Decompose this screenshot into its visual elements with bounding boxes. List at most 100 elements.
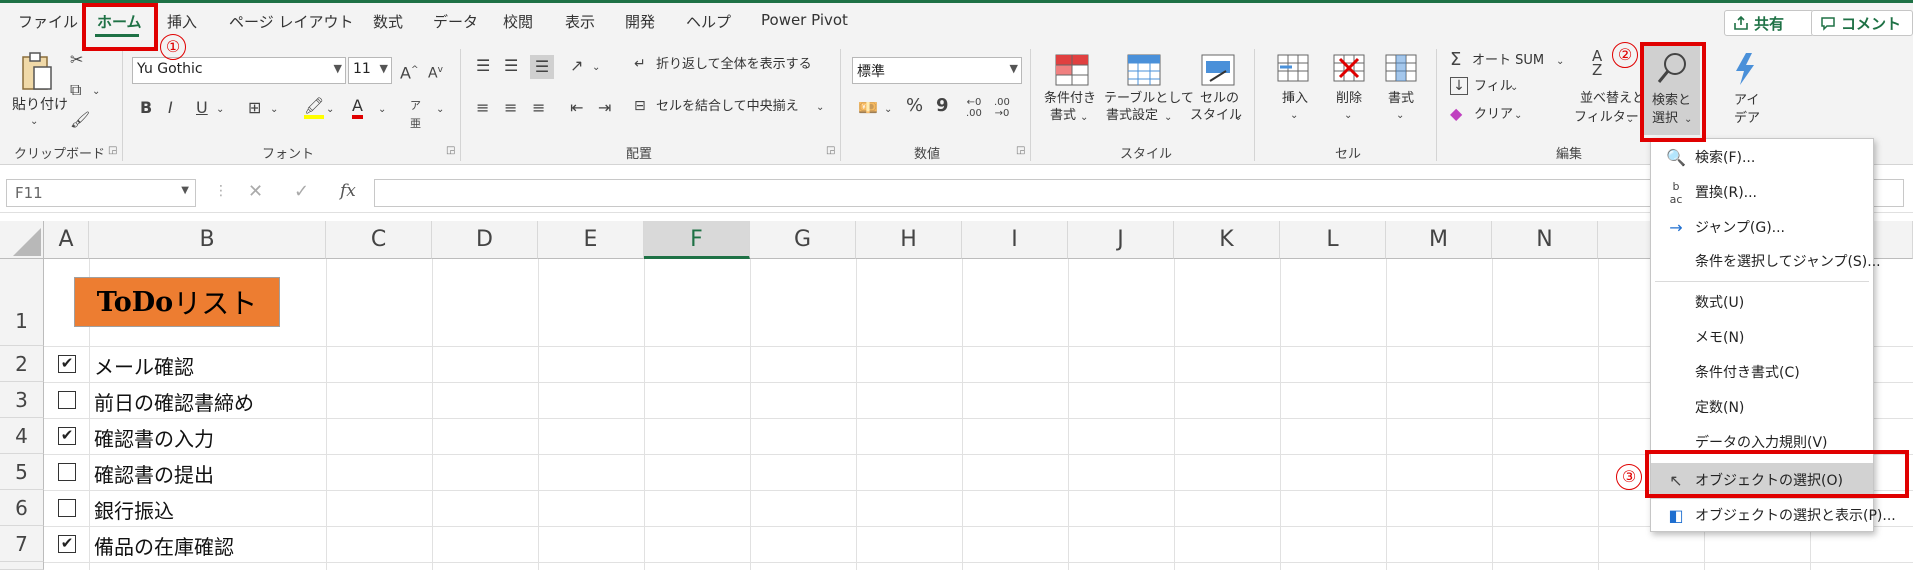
row-header-5[interactable]: 5 [0, 454, 44, 490]
menu-item-goto-special[interactable]: 条件を選択してジャンプ(S)... [1651, 245, 1881, 279]
fill-button[interactable]: フィル [1474, 79, 1513, 95]
phonetic-dropdown-icon[interactable]: ⌄ [436, 101, 444, 119]
tab-help[interactable]: ヘルプ [686, 11, 731, 32]
todo-title-shape[interactable]: ToDo リスト [74, 277, 280, 327]
borders-dropdown-icon[interactable]: ⌄ [270, 101, 278, 119]
chevron-down-icon[interactable]: ⌄ [1626, 111, 1634, 129]
format-as-table-label-1[interactable]: テーブルとして [1104, 91, 1194, 107]
fill-color-icon[interactable]: 🖍 [304, 97, 325, 119]
conditional-formatting-label-1[interactable]: 条件付き [1044, 91, 1096, 107]
tab-file[interactable]: ファイル [18, 11, 78, 32]
ideas-icon[interactable] [1732, 51, 1756, 87]
menu-item-goto[interactable]: → ジャンプ(G)... [1651, 211, 1873, 245]
fill-down-icon[interactable]: ↓ [1450, 77, 1468, 95]
column-header-j[interactable]: J [1068, 221, 1174, 259]
tab-view[interactable]: 表示 [565, 11, 595, 32]
ideas-label-2[interactable]: デア [1734, 111, 1760, 127]
chevron-down-icon[interactable]: ⌄ [1556, 53, 1564, 71]
paste-dropdown-icon[interactable]: ⌄ [30, 113, 38, 131]
format-as-table-label-2[interactable]: 書式設定 [1106, 108, 1158, 124]
wrap-text-button[interactable]: 折り返して全体を表示する [656, 57, 812, 73]
task-checkbox[interactable]: ✔ [58, 535, 76, 553]
delete-cells-label[interactable]: 削除 [1336, 91, 1362, 107]
row-header-2[interactable]: 2 [0, 346, 44, 382]
align-center-icon[interactable]: ≡ [504, 99, 517, 117]
percent-style-icon[interactable]: % [906, 97, 923, 115]
format-as-table-icon[interactable] [1126, 53, 1162, 87]
orientation-dropdown-icon[interactable]: ⌄ [592, 59, 600, 77]
row-header-4[interactable]: 4 [0, 418, 44, 454]
tab-insert[interactable]: 挿入 [167, 11, 197, 32]
phonetic-guide-icon[interactable]: ア亜 [410, 97, 421, 133]
worksheet-grid[interactable]: A B C D E F G H I J K L M N 1 2 3 4 5 6 … [0, 221, 1913, 570]
merge-dropdown-icon[interactable]: ⌄ [816, 99, 824, 117]
column-header-m[interactable]: M [1386, 221, 1492, 259]
share-button[interactable]: 共有 [1724, 10, 1814, 36]
enter-checkmark-icon[interactable]: ✓ [294, 181, 309, 202]
column-header-e[interactable]: E [538, 221, 644, 259]
delete-cells-icon[interactable] [1332, 53, 1366, 83]
chevron-down-icon[interactable]: ⌄ [1234, 109, 1242, 127]
underline-icon[interactable]: U [196, 99, 208, 117]
tab-power-pivot[interactable]: Power Pivot [761, 11, 848, 29]
orientation-icon[interactable]: ↗ [570, 57, 583, 75]
number-launcher-icon[interactable]: ◲ [1016, 145, 1025, 156]
column-header-f[interactable]: F [644, 221, 750, 259]
column-header-c[interactable]: C [326, 221, 432, 259]
column-header-g[interactable]: G [750, 221, 856, 259]
autosum-icon[interactable]: Σ [1450, 51, 1461, 69]
align-right-icon[interactable]: ≡ [532, 99, 545, 117]
row-header-6[interactable]: 6 [0, 490, 44, 526]
column-header-a[interactable]: A [44, 221, 89, 259]
tab-home[interactable]: ホーム [97, 11, 142, 32]
select-all-corner[interactable] [0, 221, 44, 259]
task-checkbox[interactable] [58, 463, 76, 481]
wrap-text-icon[interactable]: ↵ [634, 55, 646, 73]
clear-eraser-icon[interactable]: ◆ [1450, 105, 1462, 123]
task-checkbox[interactable]: ✔ [58, 427, 76, 445]
decrease-indent-icon[interactable]: ⇤ [570, 99, 583, 117]
format-cells-label[interactable]: 書式 [1388, 91, 1414, 107]
insert-cells-label[interactable]: 挿入 [1282, 91, 1308, 107]
menu-item-replace[interactable]: b ac 置換(R)... [1651, 176, 1873, 210]
chevron-down-icon[interactable]: ⌄ [1080, 109, 1088, 127]
column-header-n[interactable]: N [1492, 221, 1598, 259]
chevron-down-icon[interactable]: ⌄ [1344, 107, 1352, 125]
paste-label[interactable]: 貼り付け [12, 97, 68, 113]
cancel-icon[interactable]: ✕ [248, 181, 263, 202]
increase-font-icon[interactable]: A^ [400, 61, 419, 82]
borders-icon[interactable]: ⊞ [248, 99, 261, 117]
format-cells-icon[interactable] [1384, 53, 1418, 83]
fill-color-dropdown-icon[interactable]: ⌄ [326, 101, 334, 119]
decrease-decimal-icon[interactable]: .00 →0 [994, 97, 1010, 119]
align-left-icon[interactable]: ≡ [476, 99, 489, 117]
row-header-1[interactable]: 1 [0, 259, 44, 346]
chevron-down-icon[interactable]: ⌄ [1510, 79, 1518, 97]
merge-center-icon[interactable]: ⊟ [634, 97, 646, 115]
cut-icon[interactable]: ✂ [70, 51, 83, 69]
insert-function-icon[interactable]: fx [340, 181, 356, 201]
conditional-formatting-icon[interactable] [1054, 53, 1090, 87]
sort-filter-label-1[interactable]: 並べ替えと [1580, 91, 1645, 107]
copy-icon[interactable]: ⧉ [70, 81, 81, 99]
tab-developer[interactable]: 開発 [625, 11, 655, 32]
chevron-down-icon[interactable]: ⌄ [1396, 107, 1404, 125]
tab-formulas[interactable]: 数式 [373, 11, 403, 32]
column-header-k[interactable]: K [1174, 221, 1280, 259]
comma-style-icon[interactable]: 9 [936, 97, 949, 115]
chevron-down-icon[interactable]: ⌄ [1514, 107, 1522, 125]
task-checkbox[interactable]: ✔ [58, 355, 76, 373]
align-middle-icon[interactable]: ☰ [504, 57, 518, 75]
menu-item-find[interactable]: 🔍 検索(F)... [1651, 141, 1873, 175]
currency-dropdown-icon[interactable]: ⌄ [884, 101, 892, 119]
paste-icon[interactable] [20, 51, 54, 93]
menu-item-notes[interactable]: メモ(N) [1651, 321, 1873, 355]
align-top-icon[interactable]: ☰ [476, 57, 490, 75]
font-color-dropdown-icon[interactable]: ⌄ [378, 101, 386, 119]
conditional-formatting-label-2[interactable]: 書式 [1050, 108, 1076, 124]
menu-item-constants[interactable]: 定数(N) [1651, 391, 1873, 425]
insert-cells-icon[interactable] [1276, 53, 1310, 83]
column-header-l[interactable]: L [1280, 221, 1386, 259]
clipboard-launcher-icon[interactable]: ◲ [108, 145, 117, 156]
increase-decimal-icon[interactable]: ←0.00 [966, 97, 982, 119]
